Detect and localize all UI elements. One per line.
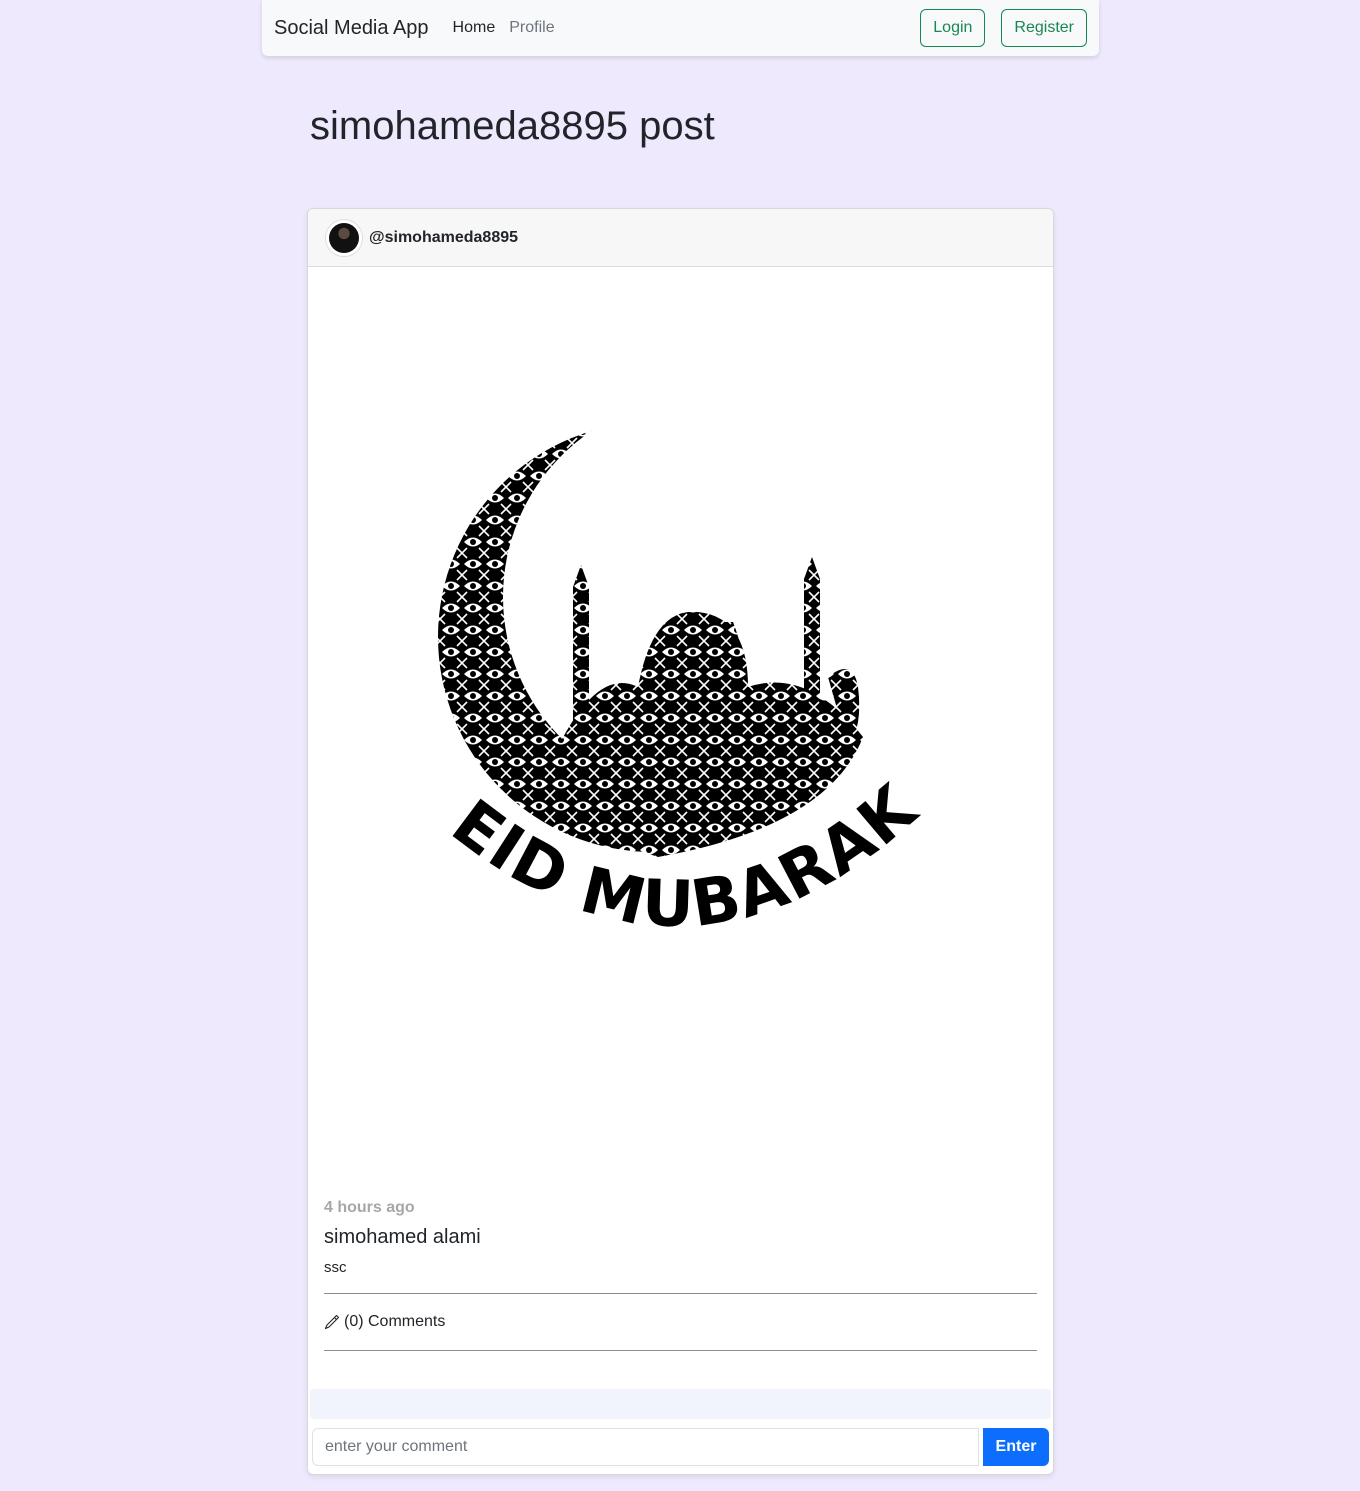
navbar: Social Media App Home Profile Login Regi… (262, 0, 1099, 56)
pencil-icon (324, 1314, 340, 1330)
post-username[interactable]: @simohameda8895 (369, 229, 518, 247)
register-button[interactable]: Register (1001, 9, 1087, 47)
post-image: EID MUBARAK (308, 267, 1053, 1192)
page-title: simohameda8895 post (310, 104, 715, 148)
divider (324, 1350, 1037, 1351)
post-author: simohamed alami (324, 1226, 481, 1248)
nav-actions: Login Register (920, 9, 1087, 47)
comments-toggle[interactable]: (0) Comments (324, 1294, 1037, 1350)
post-body: 4 hours ago simohamed alami ssc (0) Comm… (324, 1199, 1037, 1351)
avatar-image (329, 222, 359, 253)
nav-link-profile[interactable]: Profile (509, 19, 554, 37)
comments-count: (0) Comments (344, 1313, 446, 1330)
comments-list (310, 1389, 1051, 1419)
post-caption: ssc (324, 1259, 347, 1276)
post-time: 4 hours ago (324, 1199, 415, 1216)
comment-submit-button[interactable]: Enter (983, 1428, 1049, 1466)
brand[interactable]: Social Media App (274, 17, 429, 40)
post-header: @simohameda8895 (308, 209, 1053, 267)
post-card: @simohameda8895 EID MUBARAK 4 hours ago … (307, 208, 1054, 1475)
nav-link-home[interactable]: Home (453, 19, 496, 37)
login-button[interactable]: Login (920, 9, 986, 47)
comment-input[interactable] (312, 1428, 979, 1466)
comment-form: Enter (312, 1428, 1049, 1466)
avatar[interactable] (325, 218, 363, 257)
